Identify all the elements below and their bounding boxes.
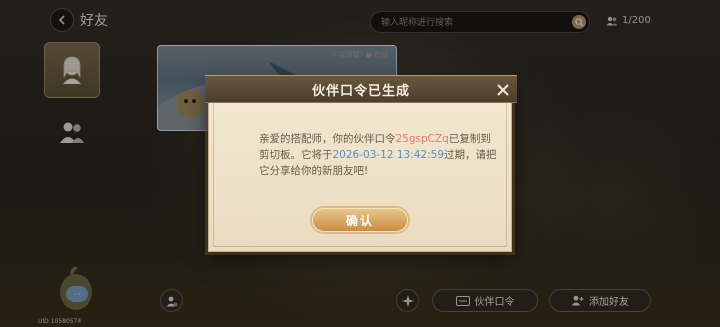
- dialog-header: 伙伴口令已生成: [205, 75, 517, 103]
- partner-code-value: 25gspCZq: [395, 133, 449, 145]
- close-button[interactable]: [493, 80, 513, 100]
- message-text-1: 亲爱的搭配师，你的伙伴口令: [259, 133, 396, 145]
- confirm-button[interactable]: 确认: [312, 208, 408, 232]
- close-icon: [497, 84, 509, 96]
- expiry-datetime: 2026-03-12 13:42:59: [332, 149, 445, 161]
- partner-code-dialog: 伙伴口令已生成 亲爱的搭配师，你的伙伴口令25gspCZq已复制到剪切板。它将于…: [205, 75, 517, 252]
- dialog-message: 亲爱的搭配师，你的伙伴口令25gspCZq已复制到剪切板。它将于2026-03-…: [259, 131, 499, 179]
- dialog-title: 伙伴口令已生成: [311, 83, 410, 99]
